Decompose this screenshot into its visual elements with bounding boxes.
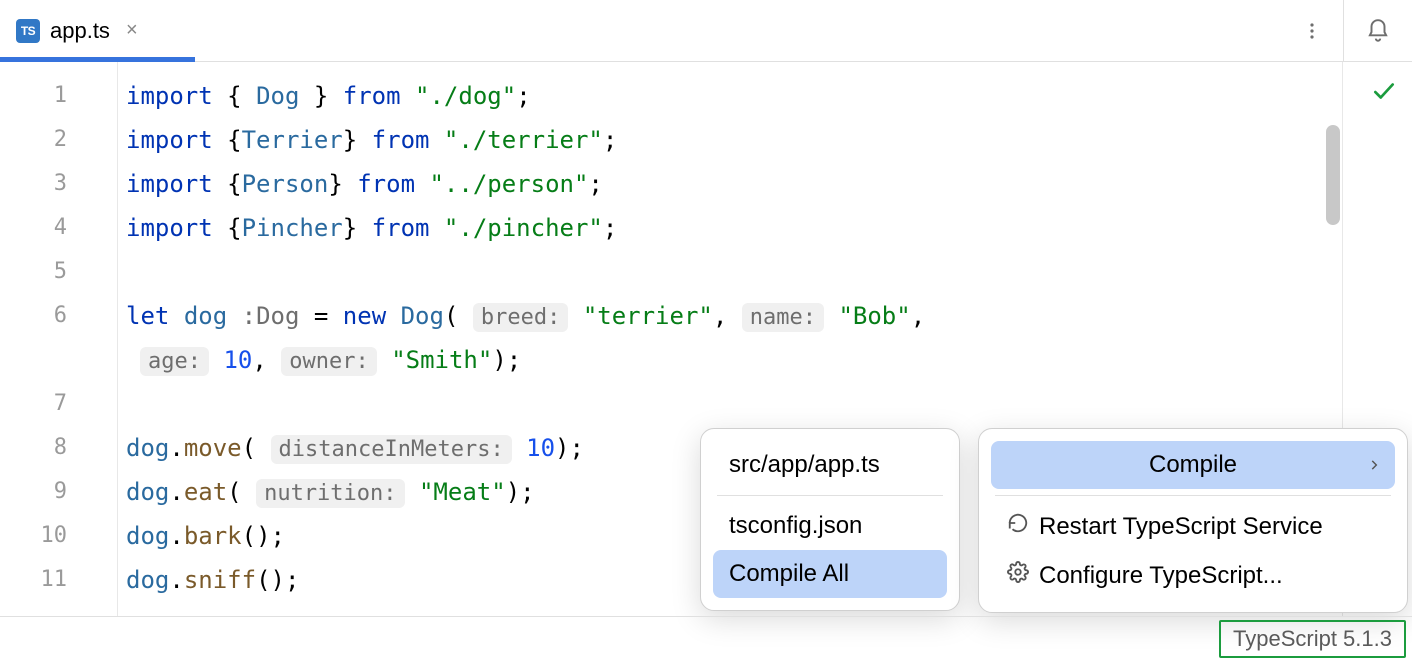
line-number: 9 (0, 470, 117, 514)
scrollbar-thumb[interactable] (1326, 125, 1340, 225)
gear-icon (1007, 561, 1029, 590)
line-number-wrap (0, 338, 117, 382)
line-number: 8 (0, 426, 117, 470)
inlay-hint: breed: (473, 303, 568, 332)
line-number: 7 (0, 382, 117, 426)
compile-submenu: src/app/app.ts tsconfig.json Compile All (700, 428, 960, 611)
line-gutter: 1 2 3 4 5 6 7 8 9 10 11 (0, 62, 118, 616)
inlay-hint: nutrition: (256, 479, 404, 508)
close-icon[interactable]: × (126, 19, 138, 42)
line-number: 2 (0, 118, 117, 162)
inlay-hint: name: (742, 303, 824, 332)
menu-separator (995, 495, 1391, 496)
inlay-hint: age: (140, 347, 209, 376)
compile-target-file[interactable]: src/app/app.ts (713, 441, 947, 489)
file-tab[interactable]: TS app.ts × (0, 0, 150, 61)
refresh-icon (1007, 512, 1029, 541)
more-icon[interactable] (1287, 6, 1337, 56)
configure-typescript[interactable]: Configure TypeScript... (991, 551, 1395, 600)
line-number: 6 (0, 294, 117, 338)
inlay-hint: owner: (281, 347, 376, 376)
typescript-version-widget[interactable]: TypeScript 5.1.3 (1219, 620, 1406, 658)
line-number: 4 (0, 206, 117, 250)
chevron-right-icon (1367, 451, 1381, 479)
inlay-hint: distanceInMeters: (271, 435, 512, 464)
menu-separator (717, 495, 943, 496)
restart-ts-service[interactable]: Restart TypeScript Service (991, 502, 1395, 551)
tab-bar: TS app.ts × (0, 0, 1412, 62)
line-number: 5 (0, 250, 117, 294)
status-bar: TypeScript 5.1.3 (0, 616, 1412, 661)
typescript-menu: Compile Restart TypeScript Service Confi… (978, 428, 1408, 613)
compile-all[interactable]: Compile All (713, 550, 947, 598)
typescript-file-icon: TS (16, 19, 40, 43)
bell-icon[interactable] (1344, 6, 1412, 56)
line-number: 1 (0, 74, 117, 118)
line-number: 10 (0, 514, 117, 558)
inspection-ok-icon[interactable] (1371, 78, 1397, 109)
compile-menu-item[interactable]: Compile (991, 441, 1395, 489)
compile-target-tsconfig[interactable]: tsconfig.json (713, 502, 947, 550)
tab-filename: app.ts (50, 18, 110, 44)
line-number: 3 (0, 162, 117, 206)
line-number: 11 (0, 558, 117, 602)
